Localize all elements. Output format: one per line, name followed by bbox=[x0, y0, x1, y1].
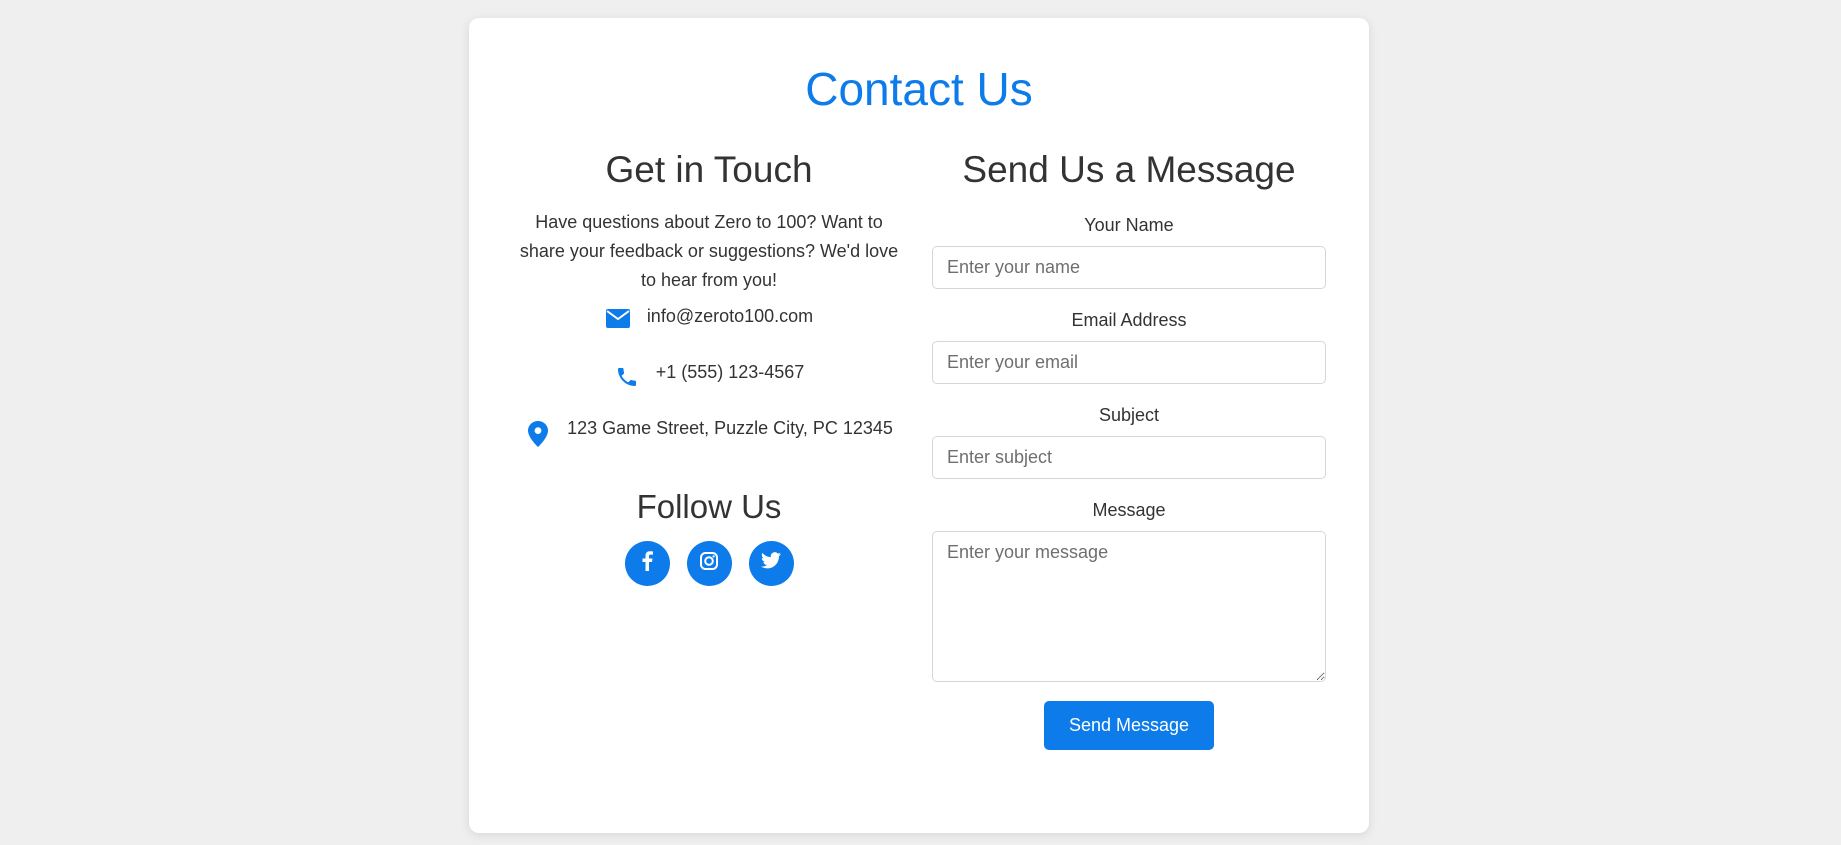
twitter-icon bbox=[761, 552, 781, 574]
page-title: Contact Us bbox=[805, 63, 1033, 115]
contact-phone-text[interactable]: +1 (555) 123-4567 bbox=[656, 361, 805, 383]
name-input[interactable] bbox=[932, 246, 1326, 290]
message-form-section: Send Us a Message Your Name Email Addres… bbox=[932, 148, 1326, 751]
contact-info-section: Get in Touch Have questions about Zero t… bbox=[514, 148, 904, 586]
phone-icon bbox=[614, 365, 640, 394]
message-label: Message bbox=[1092, 500, 1166, 521]
name-label: Your Name bbox=[1084, 215, 1174, 236]
message-group: Message bbox=[932, 499, 1326, 687]
send-message-button[interactable]: Send Message bbox=[1044, 701, 1214, 751]
social-links bbox=[514, 540, 904, 586]
get-in-touch-heading: Get in Touch bbox=[605, 149, 813, 190]
intro-text: Have questions about Zero to 100? Want t… bbox=[519, 212, 899, 291]
envelope-icon bbox=[605, 309, 631, 333]
instagram-button[interactable] bbox=[686, 540, 732, 586]
contact-address-text: 123 Game Street, Puzzle City, PC 12345 bbox=[567, 418, 893, 439]
name-group: Your Name bbox=[932, 214, 1326, 290]
map-pin-icon bbox=[525, 421, 551, 452]
send-message-heading: Send Us a Message bbox=[962, 149, 1296, 190]
subject-input[interactable] bbox=[932, 436, 1326, 480]
facebook-icon bbox=[641, 551, 653, 576]
email-label: Email Address bbox=[1071, 310, 1187, 331]
contact-email-text[interactable]: info@zeroto100.com bbox=[647, 305, 813, 327]
instagram-icon bbox=[700, 551, 718, 575]
contact-phone: +1 (555) 123-4567 bbox=[514, 361, 904, 417]
subject-label: Subject bbox=[1098, 405, 1160, 426]
twitter-button[interactable] bbox=[748, 540, 794, 586]
subject-group: Subject bbox=[932, 404, 1326, 480]
facebook-button[interactable] bbox=[624, 540, 670, 586]
email-input[interactable] bbox=[932, 341, 1326, 385]
contact-email: info@zeroto100.com bbox=[514, 305, 904, 361]
message-textarea[interactable] bbox=[932, 531, 1326, 683]
follow-us-heading: Follow Us bbox=[636, 488, 782, 526]
contact-address: 123 Game Street, Puzzle City, PC 12345 bbox=[514, 417, 904, 473]
email-group: Email Address bbox=[932, 309, 1326, 385]
contact-card: Contact Us Get in Touch Have questions a… bbox=[469, 18, 1369, 833]
